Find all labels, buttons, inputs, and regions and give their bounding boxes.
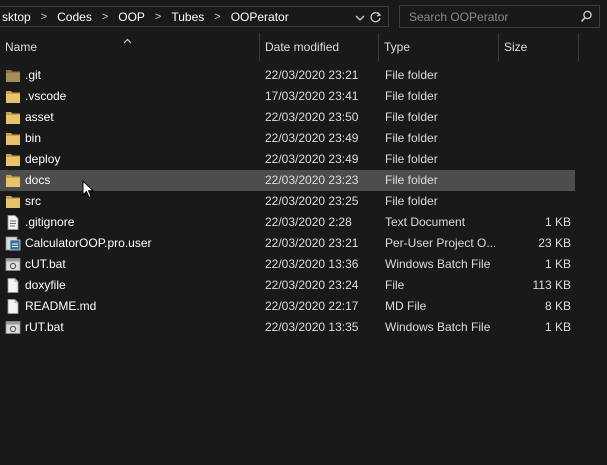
file-type: File folder [385,68,438,82]
file-size: 23 KB [538,236,571,250]
file-name: .git [25,68,42,82]
file-size [503,107,571,128]
file-size: 113 KB [532,278,571,292]
file-name: README.md [25,299,97,313]
breadcrumb-item-tubes[interactable]: Tubes [165,10,210,24]
file-date-modified: 22/03/2020 13:35 [265,320,359,334]
file-date-modified: 22/03/2020 23:25 [265,194,359,208]
file-row[interactable]: README.md 22/03/2020 22:17 MD File 8 KB [0,296,575,317]
blank-file-icon [5,278,21,293]
file-name: cUT.bat [25,257,66,271]
file-type: File folder [385,173,438,187]
file-row[interactable]: deploy 22/03/2020 23:49 File folder [0,149,575,170]
file-date-modified: 22/03/2020 23:50 [265,110,359,124]
folder-icon [5,110,21,125]
file-type: File folder [385,110,438,124]
folder-icon [5,152,21,167]
file-date-modified: 17/03/2020 23:41 [265,89,359,103]
file-date-modified: 22/03/2020 23:24 [265,278,359,292]
file-row[interactable]: bin 22/03/2020 23:49 File folder [0,128,575,149]
file-name: rUT.bat [25,320,64,334]
file-type: Windows Batch File [385,320,491,334]
file-type: Text Document [385,215,466,229]
folder-icon [5,131,21,146]
breadcrumb-item-codes[interactable]: Codes [51,10,98,24]
file-size: 1 KB [544,320,571,334]
search-box[interactable]: Search OOPerator [399,5,600,28]
file-name: doxyfile [25,278,66,292]
file-name: .gitignore [25,215,75,229]
file-row[interactable]: cUT.bat 22/03/2020 13:36 Windows Batch Fil… [0,254,575,275]
batch-file-icon [5,320,21,335]
folder-icon [5,89,21,104]
file-size [503,128,571,149]
file-row[interactable]: rUT.bat 22/03/2020 13:35 Windows Batch Fil… [0,317,575,338]
file-date-modified: 22/03/2020 23:23 [265,173,359,187]
file-name: asset [25,110,54,124]
file-date-modified: 22/03/2020 22:17 [265,299,359,313]
file-date-modified: 22/03/2020 13:36 [265,257,359,271]
file-size [503,170,571,191]
search-input[interactable]: Search OOPerator [409,10,508,24]
file-row[interactable]: .vscode 17/03/2020 23:41 File folder [0,86,575,107]
file-row[interactable]: .git 22/03/2020 23:21 File folder [0,65,575,86]
column-header-row: Name Date modified Type Size [0,33,607,61]
column-header-date[interactable]: Date modified [260,33,379,61]
file-row[interactable]: .gitignore 22/03/2020 2:28 Text Document 1 … [0,212,575,233]
batch-file-icon [5,257,21,272]
address-bar-region: sktop > Codes > OOP > Tubes > OOPerator … [0,0,607,33]
breadcrumb-chevron-icon[interactable]: > [151,11,165,23]
blank-file-icon [5,299,21,314]
file-size: 1 KB [544,257,571,271]
breadcrumb-chevron-icon[interactable]: > [210,11,224,23]
file-name: bin [25,131,42,145]
column-header-type[interactable]: Type [379,33,499,61]
file-date-modified: 22/03/2020 23:21 [265,236,359,250]
file-type: File folder [385,131,438,145]
breadcrumb-chevron-icon[interactable]: > [37,11,51,23]
file-size: 8 KB [544,299,571,313]
file-date-modified: 22/03/2020 23:21 [265,68,359,82]
file-name: deploy [25,152,61,166]
file-type: File [385,278,405,292]
file-name: CalculatorOOP.pro.user [25,236,152,250]
breadcrumb-item-ooperator[interactable]: OOPerator [225,10,295,24]
file-size: 1 KB [544,215,571,229]
file-size [503,149,571,170]
file-size [503,65,571,86]
refresh-icon[interactable] [369,11,382,24]
file-type: File folder [385,89,438,103]
breadcrumb-item-oop[interactable]: OOP [112,10,151,24]
file-type: MD File [385,299,427,313]
folder-git-icon [5,68,21,83]
text-file-icon [5,215,21,230]
file-size [503,86,571,107]
file-name: .vscode [25,89,67,103]
file-type: File folder [385,194,438,208]
file-row[interactable]: asset 22/03/2020 23:50 File folder [0,107,575,128]
file-date-modified: 22/03/2020 2:28 [265,215,352,229]
file-name: src [25,194,41,208]
folder-icon [5,173,21,188]
file-type: Per-User Project O... [385,236,495,250]
column-header-name[interactable]: Name [0,33,260,61]
user-file-icon [5,236,21,251]
file-size [503,191,571,212]
file-row[interactable]: CalculatorOOP.pro.user 22/03/2020 23:21 Pe… [0,233,575,254]
file-row[interactable]: doxyfile 22/03/2020 23:24 File 113 KB [0,275,575,296]
folder-icon [5,194,21,209]
file-type: File folder [385,152,438,166]
breadcrumb[interactable]: sktop > Codes > OOP > Tubes > OOPerator [0,6,389,27]
column-header-size[interactable]: Size [499,33,579,61]
file-type: Windows Batch File [385,257,491,271]
mouse-pointer-icon [82,179,95,202]
history-dropdown-icon[interactable] [355,14,365,22]
file-date-modified: 22/03/2020 23:49 [265,152,359,166]
breadcrumb-item-desktop[interactable]: sktop [0,10,37,24]
file-name: docs [25,173,51,187]
search-icon[interactable] [580,10,593,26]
breadcrumb-chevron-icon[interactable]: > [98,11,112,23]
file-date-modified: 22/03/2020 23:49 [265,131,359,145]
